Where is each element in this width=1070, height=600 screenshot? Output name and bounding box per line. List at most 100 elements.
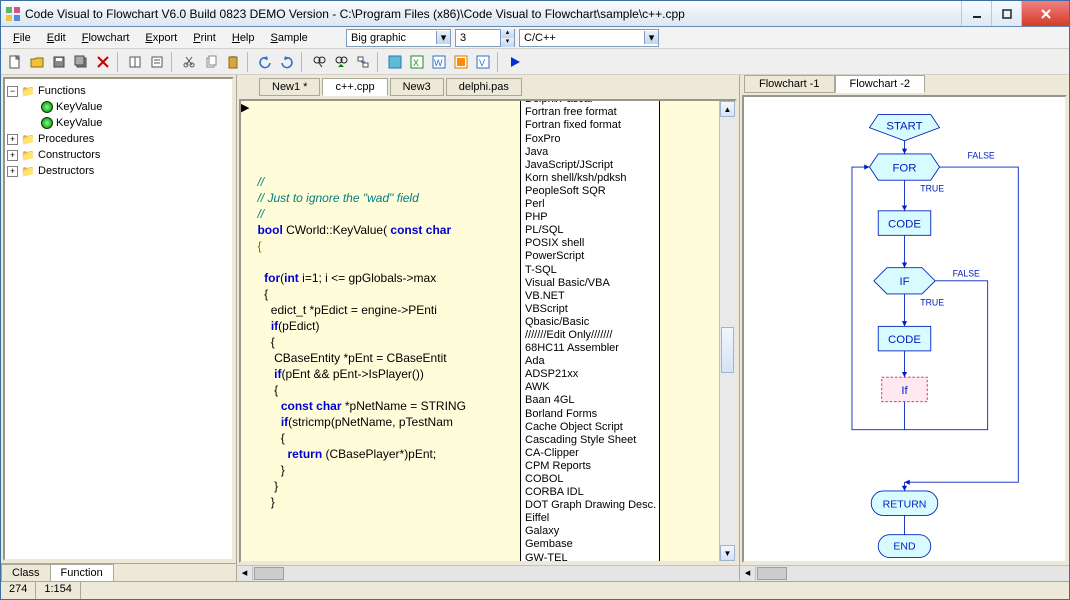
export-xls-button[interactable]: X bbox=[407, 52, 427, 72]
graphic-size-combo[interactable]: Big graphic ▾ bbox=[346, 29, 451, 47]
lang-option[interactable]: Cascading Style Sheet bbox=[521, 434, 659, 447]
lang-option[interactable]: AWK bbox=[521, 381, 659, 394]
new-file-button[interactable] bbox=[5, 52, 25, 72]
lang-option[interactable]: CORBA IDL bbox=[521, 486, 659, 499]
flowchart-tab[interactable]: Flowchart -1 bbox=[744, 75, 835, 93]
function-tree[interactable]: − 📁 Functions KeyValue KeyValue +📁Proced… bbox=[3, 77, 234, 561]
export-visio-button[interactable]: V bbox=[473, 52, 493, 72]
lang-option[interactable]: FoxPro bbox=[521, 133, 659, 146]
export-ppt-button[interactable] bbox=[451, 52, 471, 72]
scroll-down-icon[interactable]: ▼ bbox=[720, 545, 735, 561]
export-img-button[interactable] bbox=[385, 52, 405, 72]
save-button[interactable] bbox=[49, 52, 69, 72]
file-tab[interactable]: New3 bbox=[390, 78, 444, 96]
maximize-button[interactable] bbox=[991, 1, 1021, 26]
code-hscrollbar[interactable]: ◂ bbox=[237, 565, 739, 581]
lang-option[interactable]: Qbasic/Basic bbox=[521, 316, 659, 329]
lang-option[interactable]: Galaxy bbox=[521, 525, 659, 538]
lang-option[interactable]: CPM Reports bbox=[521, 460, 659, 473]
find-next-button[interactable] bbox=[331, 52, 351, 72]
expand-icon[interactable]: + bbox=[7, 134, 18, 145]
lang-option[interactable]: Baan 4GL bbox=[521, 394, 659, 407]
tree-root-functions[interactable]: − 📁 Functions bbox=[7, 83, 230, 99]
cut-button[interactable] bbox=[179, 52, 199, 72]
scroll-up-icon[interactable]: ▲ bbox=[720, 101, 735, 117]
menu-sample[interactable]: Sample bbox=[265, 30, 314, 46]
lang-option[interactable]: ADSP21xx bbox=[521, 368, 659, 381]
minimize-button[interactable] bbox=[961, 1, 991, 26]
export-doc-button[interactable]: W bbox=[429, 52, 449, 72]
undo-button[interactable] bbox=[255, 52, 275, 72]
tree-constructors[interactable]: +📁Constructors bbox=[7, 147, 230, 163]
lang-option[interactable]: ///////Edit Only/////// bbox=[521, 329, 659, 342]
flowchart-hscrollbar[interactable]: ◂ bbox=[740, 565, 1069, 581]
lang-option[interactable]: CA-Clipper bbox=[521, 447, 659, 460]
lang-option[interactable]: Visual Basic/VBA bbox=[521, 277, 659, 290]
center-panel: New1 *c++.cppNew3delphi.pas ▶ // // Just… bbox=[237, 75, 739, 581]
number-combo[interactable]: 3 ▴▾ bbox=[455, 29, 515, 47]
tree-procedures[interactable]: +📁Procedures bbox=[7, 131, 230, 147]
spinner-icon[interactable]: ▴▾ bbox=[500, 29, 514, 47]
tree-fn-keyvalue[interactable]: KeyValue bbox=[7, 115, 230, 131]
lang-option[interactable]: VBScript bbox=[521, 303, 659, 316]
code-editor[interactable]: ▶ // // Just to ignore the "wad" field /… bbox=[239, 99, 737, 563]
lang-option[interactable]: DOT Graph Drawing Desc. bbox=[521, 499, 659, 512]
language-combo[interactable]: C/C++ ▾ bbox=[519, 29, 659, 47]
lang-option[interactable]: Fortran free format bbox=[521, 106, 659, 119]
menu-print[interactable]: Print bbox=[187, 30, 222, 46]
menu-file[interactable]: File bbox=[7, 30, 37, 46]
close-button[interactable] bbox=[1021, 1, 1069, 26]
replace-button[interactable] bbox=[353, 52, 373, 72]
lang-option[interactable]: Delphi/Pascal bbox=[521, 99, 659, 106]
lang-option[interactable]: Ada bbox=[521, 355, 659, 368]
lang-option[interactable]: T-SQL bbox=[521, 264, 659, 277]
menu-flowchart[interactable]: Flowchart bbox=[76, 30, 136, 46]
lang-option[interactable]: 68HC11 Assembler bbox=[521, 342, 659, 355]
lang-option[interactable]: Perl bbox=[521, 198, 659, 211]
file-tab[interactable]: delphi.pas bbox=[446, 78, 522, 96]
expand-icon[interactable]: + bbox=[7, 150, 18, 161]
tree-fn-keyvalue[interactable]: KeyValue bbox=[7, 99, 230, 115]
book-button[interactable] bbox=[125, 52, 145, 72]
run-button[interactable] bbox=[505, 52, 525, 72]
scroll-thumb[interactable] bbox=[721, 327, 734, 373]
lang-option[interactable]: Borland Forms bbox=[521, 408, 659, 421]
flowchart-canvas[interactable]: START FOR TRUE FALSE CODE IF bbox=[742, 95, 1067, 563]
tree-destructors[interactable]: +📁Destructors bbox=[7, 163, 230, 179]
lang-option[interactable]: POSIX shell bbox=[521, 237, 659, 250]
lang-option[interactable]: PHP bbox=[521, 211, 659, 224]
lang-option[interactable]: COBOL bbox=[521, 473, 659, 486]
lang-option[interactable]: PL/SQL bbox=[521, 224, 659, 237]
language-dropdown-list[interactable]: C/C++C#C shell/csh/tcshDelphi/PascalFort… bbox=[520, 99, 660, 563]
redo-button[interactable] bbox=[277, 52, 297, 72]
lang-option[interactable]: Cache Object Script bbox=[521, 421, 659, 434]
flowchart-tab[interactable]: Flowchart -2 bbox=[835, 75, 926, 93]
copy-button[interactable] bbox=[201, 52, 221, 72]
tab-class[interactable]: Class bbox=[1, 564, 51, 581]
collapse-icon[interactable]: − bbox=[7, 86, 18, 97]
menu-export[interactable]: Export bbox=[139, 30, 183, 46]
expand-icon[interactable]: + bbox=[7, 166, 18, 177]
list-button[interactable] bbox=[147, 52, 167, 72]
lang-option[interactable]: Fortran fixed format bbox=[521, 119, 659, 132]
lang-option[interactable]: Java bbox=[521, 146, 659, 159]
lang-option[interactable]: GW-TEL bbox=[521, 552, 659, 563]
file-tab[interactable]: New1 * bbox=[259, 78, 320, 96]
lang-option[interactable]: PowerScript bbox=[521, 250, 659, 263]
find-button[interactable] bbox=[309, 52, 329, 72]
tab-function[interactable]: Function bbox=[50, 564, 114, 581]
delete-button[interactable] bbox=[93, 52, 113, 72]
open-file-button[interactable] bbox=[27, 52, 47, 72]
menu-help[interactable]: Help bbox=[226, 30, 261, 46]
lang-option[interactable]: PeopleSoft SQR bbox=[521, 185, 659, 198]
paste-button[interactable] bbox=[223, 52, 243, 72]
code-vscrollbar[interactable]: ▲ ▼ bbox=[719, 101, 735, 561]
save-all-button[interactable] bbox=[71, 52, 91, 72]
lang-option[interactable]: JavaScript/JScript bbox=[521, 159, 659, 172]
lang-option[interactable]: Eiffel bbox=[521, 512, 659, 525]
lang-option[interactable]: Korn shell/ksh/pdksh bbox=[521, 172, 659, 185]
lang-option[interactable]: Gembase bbox=[521, 538, 659, 551]
lang-option[interactable]: VB.NET bbox=[521, 290, 659, 303]
menu-edit[interactable]: Edit bbox=[41, 30, 72, 46]
file-tab[interactable]: c++.cpp bbox=[322, 78, 387, 96]
